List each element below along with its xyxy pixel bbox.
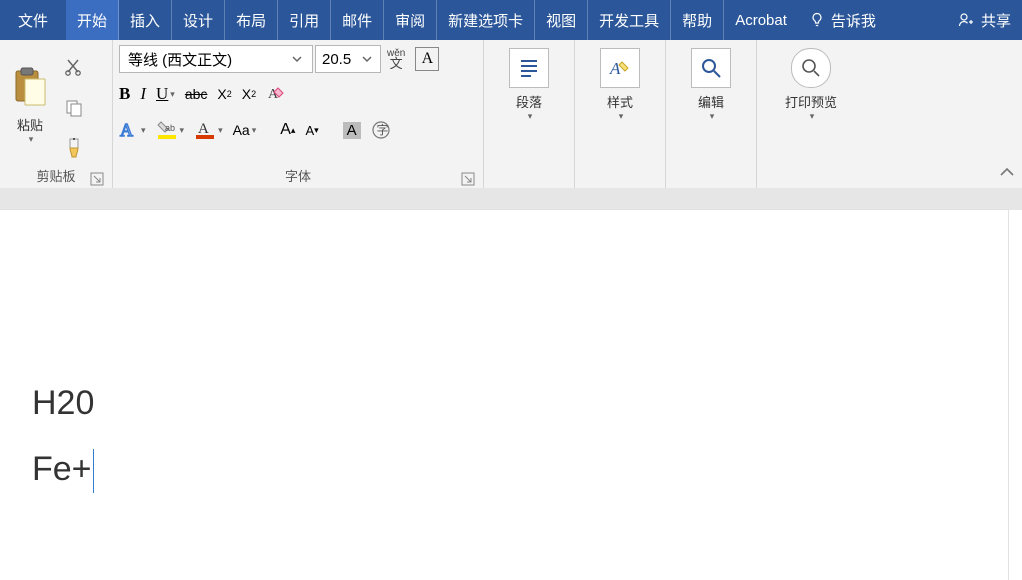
find-icon bbox=[691, 48, 731, 88]
tab-help[interactable]: 帮助 bbox=[671, 0, 724, 40]
tab-acrobat[interactable]: Acrobat bbox=[724, 0, 798, 40]
document-background bbox=[0, 188, 1022, 210]
print-preview-button[interactable]: 打印预览 ▾ bbox=[777, 44, 845, 166]
phonetic-guide-button[interactable]: wěn 文 bbox=[383, 49, 409, 69]
svg-text:A: A bbox=[609, 59, 621, 78]
tab-file[interactable]: 文件 bbox=[0, 0, 66, 40]
share-icon bbox=[957, 11, 975, 29]
paintbrush-icon bbox=[64, 138, 84, 160]
paragraph-button[interactable]: 段落 ▾ bbox=[501, 44, 557, 166]
lightbulb-icon bbox=[809, 12, 825, 28]
font-color-button[interactable]: A▾ bbox=[194, 120, 223, 140]
copy-icon bbox=[64, 98, 84, 118]
group-paragraph: 段落 ▾ bbox=[484, 40, 575, 188]
enclose-characters-button[interactable]: 字 bbox=[371, 120, 391, 140]
group-styles: A 样式 ▾ bbox=[575, 40, 666, 188]
tab-view[interactable]: 视图 bbox=[535, 0, 588, 40]
enclose-icon: 字 bbox=[371, 120, 391, 140]
group-font: 等线 (西文正文) 20.5 wěn 文 A B I U▾ abc X2 bbox=[113, 40, 484, 188]
svg-text:A: A bbox=[198, 121, 209, 137]
group-label-font: 字体 bbox=[119, 166, 477, 188]
clear-formatting-button[interactable]: A bbox=[266, 85, 286, 103]
tab-developer[interactable]: 开发工具 bbox=[588, 0, 671, 40]
text-effects-button[interactable]: A▾ bbox=[119, 121, 146, 139]
strikethrough-button[interactable]: abc bbox=[185, 86, 208, 102]
font-size-combo[interactable]: 20.5 bbox=[315, 45, 381, 73]
tab-home[interactable]: 开始 bbox=[66, 0, 119, 40]
font-dialog-launcher[interactable] bbox=[461, 172, 475, 186]
text-line-2: Fe+ bbox=[32, 436, 94, 502]
document-content[interactable]: H20 Fe+ bbox=[32, 370, 94, 502]
tab-new[interactable]: 新建选项卡 bbox=[437, 0, 535, 40]
caret-down-icon: ▾ bbox=[619, 111, 624, 122]
caret-down-icon: ▾ bbox=[810, 111, 815, 122]
group-clipboard: 粘贴 ▾ 剪贴板 bbox=[0, 40, 113, 188]
chevron-down-icon bbox=[290, 52, 304, 66]
group-editing: 编辑 ▾ bbox=[666, 40, 757, 188]
svg-text:ab: ab bbox=[165, 123, 175, 133]
styles-icon: A bbox=[600, 48, 640, 88]
svg-text:A: A bbox=[120, 121, 133, 139]
collapse-ribbon-button[interactable] bbox=[998, 165, 1016, 184]
tab-design[interactable]: 设计 bbox=[172, 0, 225, 40]
copy-button[interactable] bbox=[56, 93, 92, 123]
tab-references[interactable]: 引用 bbox=[278, 0, 331, 40]
caret-down-icon: ▾ bbox=[528, 111, 533, 122]
document-page[interactable]: H20 Fe+ bbox=[0, 210, 1008, 580]
tab-insert[interactable]: 插入 bbox=[119, 0, 172, 40]
superscript-button[interactable]: X2 bbox=[242, 86, 256, 102]
shrink-font-button[interactable]: A▾ bbox=[305, 123, 318, 138]
clipboard-dialog-launcher[interactable] bbox=[90, 172, 104, 186]
text-cursor bbox=[93, 449, 94, 493]
bold-button[interactable]: B bbox=[119, 84, 130, 104]
tab-review[interactable]: 审阅 bbox=[384, 0, 437, 40]
tab-layout[interactable]: 布局 bbox=[225, 0, 278, 40]
format-painter-button[interactable] bbox=[56, 134, 92, 164]
highlight-icon: ab bbox=[156, 120, 178, 140]
chevron-up-icon bbox=[998, 165, 1016, 179]
subscript-button[interactable]: X2 bbox=[217, 86, 231, 102]
caret-down-icon: ▾ bbox=[710, 111, 715, 122]
tab-tellme[interactable]: 告诉我 bbox=[798, 0, 887, 40]
eraser-icon: A bbox=[266, 85, 286, 103]
styles-button[interactable]: A 样式 ▾ bbox=[592, 44, 648, 166]
paste-button[interactable]: 粘贴 ▾ bbox=[1, 61, 59, 149]
print-preview-icon bbox=[791, 48, 831, 88]
underline-button[interactable]: U▾ bbox=[156, 84, 175, 104]
group-print-preview: 打印预览 ▾ bbox=[757, 40, 865, 188]
ribbon-tab-bar: 文件 开始 插入 设计 布局 引用 邮件 审阅 新建选项卡 视图 开发工具 帮助… bbox=[0, 0, 1022, 40]
group-label-clipboard: 剪贴板 bbox=[6, 166, 106, 188]
italic-button[interactable]: I bbox=[140, 84, 146, 104]
text-effects-icon: A bbox=[119, 121, 139, 139]
ribbon: 粘贴 ▾ 剪贴板 bbox=[0, 40, 1022, 189]
chevron-down-icon bbox=[360, 52, 374, 66]
editing-button[interactable]: 编辑 ▾ bbox=[683, 44, 739, 166]
tab-mailings[interactable]: 邮件 bbox=[331, 0, 384, 40]
character-border-button[interactable]: A bbox=[415, 47, 439, 71]
clipboard-icon bbox=[9, 63, 51, 111]
caret-down-icon: ▾ bbox=[29, 134, 34, 145]
change-case-button[interactable]: Aa▾ bbox=[233, 122, 257, 138]
text-line-1: H20 bbox=[32, 370, 94, 436]
grow-font-button[interactable]: A▴ bbox=[280, 121, 295, 139]
character-shading-button[interactable]: A bbox=[343, 122, 361, 139]
share-button[interactable]: 共享 bbox=[946, 0, 1022, 40]
svg-text:字: 字 bbox=[376, 122, 388, 137]
font-color-icon: A bbox=[194, 120, 216, 140]
paragraph-icon bbox=[509, 48, 549, 88]
scissors-icon bbox=[64, 57, 84, 77]
font-name-combo[interactable]: 等线 (西文正文) bbox=[119, 45, 313, 73]
cut-button[interactable] bbox=[56, 52, 92, 82]
highlight-button[interactable]: ab▾ bbox=[156, 120, 185, 140]
